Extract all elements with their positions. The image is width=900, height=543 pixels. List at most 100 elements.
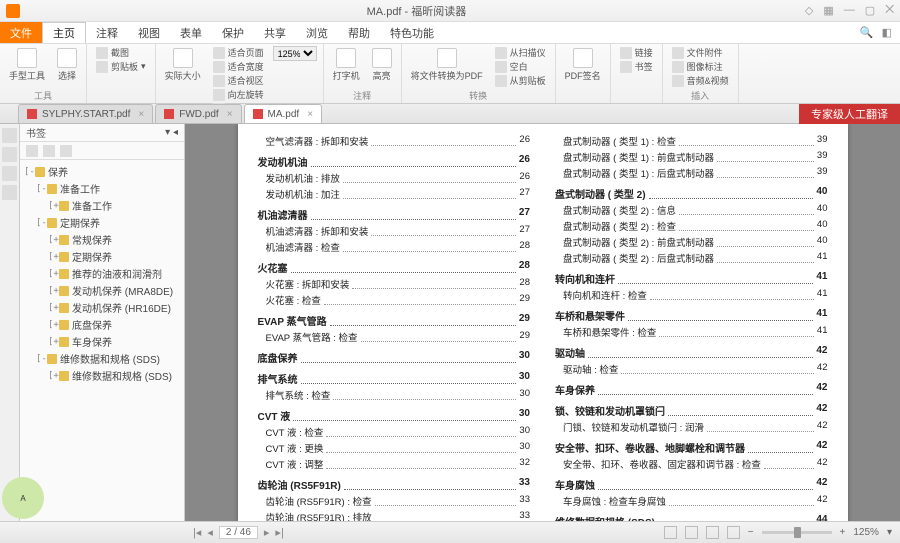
menu-tab-8[interactable]: 特色功能 bbox=[380, 22, 444, 43]
toc-entry[interactable]: 机油滤清器 : 检查28 bbox=[258, 240, 531, 254]
toc-entry[interactable]: CVT 液 : 调整32 bbox=[258, 457, 531, 471]
skin-icon[interactable]: ◧ bbox=[882, 26, 892, 39]
toc-entry[interactable]: 底盘保养30 bbox=[258, 350, 531, 365]
bookmark-node[interactable]: [+]车身保养 bbox=[20, 333, 184, 350]
close-icon[interactable]: ⨉ bbox=[885, 4, 894, 17]
toc-entry[interactable]: CVT 液30 bbox=[258, 408, 531, 423]
zoom-select[interactable]: 125% bbox=[273, 46, 317, 61]
toc-entry[interactable]: 盘式制动器 ( 类型 1) : 后盘式制动器39 bbox=[555, 166, 828, 180]
snapshot-button[interactable]: 截图 bbox=[93, 46, 149, 59]
expand-icon[interactable]: [+] bbox=[48, 235, 59, 245]
toc-entry[interactable]: 火花塞 : 检查29 bbox=[258, 293, 531, 307]
expand-icon[interactable]: [+] bbox=[48, 337, 59, 347]
toc-entry[interactable]: 转向机和连杆41 bbox=[555, 271, 828, 286]
grid-icon[interactable]: ▦ bbox=[823, 4, 833, 17]
toc-entry[interactable]: 车身保养42 bbox=[555, 382, 828, 397]
toc-entry[interactable]: 机油滤清器 : 拆卸和安装27 bbox=[258, 224, 531, 238]
expand-all-icon[interactable] bbox=[26, 145, 38, 157]
toc-entry[interactable]: 车身腐蚀42 bbox=[555, 477, 828, 492]
toc-entry[interactable]: CVT 液 : 更换30 bbox=[258, 441, 531, 455]
attachments-tab-icon[interactable] bbox=[2, 185, 17, 200]
assistant-avatar[interactable]: A bbox=[2, 477, 44, 519]
expand-icon[interactable]: [-] bbox=[36, 354, 47, 364]
expand-icon[interactable]: [+] bbox=[48, 303, 59, 313]
toc-entry[interactable]: 火花塞 : 拆卸和安装28 bbox=[258, 277, 531, 291]
panel-menu-icon[interactable]: ▾ ◂ bbox=[165, 127, 178, 138]
document-tab[interactable]: FWD.pdf× bbox=[155, 104, 241, 123]
zoom-slider[interactable] bbox=[762, 531, 832, 534]
toc-entry[interactable]: 盘式制动器 ( 类型 2)40 bbox=[555, 186, 828, 201]
expand-icon[interactable]: [+] bbox=[48, 320, 59, 330]
toc-entry[interactable]: 门锁、铰链和发动机罩锁闩 : 润滑42 bbox=[555, 420, 828, 434]
menu-tab-6[interactable]: 浏览 bbox=[296, 22, 338, 43]
ribbon-item[interactable]: 链接 bbox=[617, 46, 656, 59]
toc-entry[interactable]: 齿轮油 (RS5F91R) : 检查33 bbox=[258, 494, 531, 508]
page-indicator[interactable]: 2 / 46 bbox=[219, 526, 258, 539]
toc-entry[interactable]: 车桥和悬架零件41 bbox=[555, 308, 828, 323]
toc-entry[interactable]: 驱动轴 : 检查42 bbox=[555, 362, 828, 376]
typewriter-button[interactable]: 打字机 bbox=[330, 46, 363, 84]
select-tool-button[interactable]: 选择 bbox=[54, 46, 80, 84]
expand-icon[interactable]: [+] bbox=[48, 269, 59, 279]
bookmark-node[interactable]: [-]准备工作 bbox=[20, 180, 184, 197]
menu-tab-4[interactable]: 保护 bbox=[212, 22, 254, 43]
expand-icon[interactable]: [-] bbox=[36, 184, 47, 194]
highlight-button[interactable]: 高亮 bbox=[369, 46, 395, 84]
toc-entry[interactable]: 发动机机油 : 加注27 bbox=[258, 187, 531, 201]
first-page-button[interactable]: |◂ bbox=[193, 526, 201, 539]
expand-icon[interactable]: [-] bbox=[24, 167, 35, 177]
toc-entry[interactable]: 车身腐蚀 : 检查车身腐蚀42 bbox=[555, 494, 828, 508]
expand-icon[interactable]: [+] bbox=[48, 371, 59, 381]
toc-entry[interactable]: 齿轮油 (RS5F91R) : 排放33 bbox=[258, 510, 531, 521]
pages-tab-icon[interactable] bbox=[2, 147, 17, 162]
ribbon-item[interactable]: 适合页面 bbox=[210, 46, 267, 59]
bookmark-node[interactable]: [-]保养 bbox=[20, 163, 184, 180]
toc-entry[interactable]: 排气系统 : 检查30 bbox=[258, 388, 531, 402]
help-icon[interactable]: ◇ bbox=[805, 4, 813, 17]
toc-entry[interactable]: 车桥和悬架零件 : 检查41 bbox=[555, 325, 828, 339]
minimize-icon[interactable]: — bbox=[844, 4, 855, 17]
bookmark-node[interactable]: [+]常规保养 bbox=[20, 231, 184, 248]
toc-entry[interactable]: 盘式制动器 ( 类型 2) : 信息40 bbox=[555, 203, 828, 217]
next-page-button[interactable]: ▸ bbox=[264, 526, 270, 539]
document-view[interactable]: 空气滤清器 : 拆卸和安装26发动机机油26发动机机油 : 排放26发动机机油 … bbox=[185, 124, 900, 521]
bookmark-node[interactable]: [-]维修数据和规格 (SDS) bbox=[20, 350, 184, 367]
toc-entry[interactable]: 盘式制动器 ( 类型 2) : 检查40 bbox=[555, 219, 828, 233]
menu-tab-7[interactable]: 帮助 bbox=[338, 22, 380, 43]
translation-banner[interactable]: 专家级人工翻译 bbox=[799, 104, 900, 124]
menu-tab-1[interactable]: 注释 bbox=[86, 22, 128, 43]
ribbon-item[interactable]: 向左旋转 bbox=[210, 88, 267, 101]
close-tab-icon[interactable]: × bbox=[307, 109, 313, 120]
toc-entry[interactable]: 空气滤清器 : 拆卸和安装26 bbox=[258, 134, 531, 148]
ribbon-item[interactable]: 适合宽度 bbox=[210, 60, 267, 73]
toc-entry[interactable]: 锁、铰链和发动机罩锁闩42 bbox=[555, 403, 828, 418]
toc-entry[interactable]: 维修数据和规格 (SDS)44 bbox=[555, 514, 828, 521]
document-tab[interactable]: MA.pdf× bbox=[244, 104, 323, 123]
toc-entry[interactable]: 盘式制动器 ( 类型 2) : 后盘式制动器41 bbox=[555, 251, 828, 265]
toc-entry[interactable]: 驱动轴42 bbox=[555, 345, 828, 360]
pdf-sign-button[interactable]: PDF签名 bbox=[562, 46, 604, 84]
menu-tab-2[interactable]: 视图 bbox=[128, 22, 170, 43]
toc-entry[interactable]: 安全带、扣环、卷收器、固定器和调节器 : 检查42 bbox=[555, 457, 828, 471]
toc-entry[interactable]: CVT 液 : 检查30 bbox=[258, 425, 531, 439]
bookmark-node[interactable]: [+]准备工作 bbox=[20, 197, 184, 214]
close-tab-icon[interactable]: × bbox=[227, 109, 233, 120]
toc-entry[interactable]: 安全带、扣环、卷收器、地脚螺栓和调节器42 bbox=[555, 440, 828, 455]
document-tab[interactable]: SYLPHY.START.pdf× bbox=[18, 104, 153, 123]
bookmark-node[interactable]: [+]维修数据和规格 (SDS) bbox=[20, 367, 184, 384]
expand-icon[interactable]: [+] bbox=[48, 286, 59, 296]
toc-entry[interactable]: 盘式制动器 ( 类型 2) : 前盘式制动器40 bbox=[555, 235, 828, 249]
bookmark-node[interactable]: [+]定期保养 bbox=[20, 248, 184, 265]
menu-tab-3[interactable]: 表单 bbox=[170, 22, 212, 43]
zoom-in-button[interactable]: + bbox=[840, 527, 846, 538]
toc-entry[interactable]: 转向机和连杆 : 检查41 bbox=[555, 288, 828, 302]
comments-tab-icon[interactable] bbox=[2, 166, 17, 181]
continuous-view-icon[interactable] bbox=[685, 526, 698, 539]
ribbon-item[interactable]: 空白 bbox=[492, 60, 549, 73]
new-bookmark-icon[interactable] bbox=[60, 145, 72, 157]
facing-view-icon[interactable] bbox=[706, 526, 719, 539]
maximize-icon[interactable]: ▢ bbox=[865, 4, 875, 17]
toc-entry[interactable]: 盘式制动器 ( 类型 1) : 前盘式制动器39 bbox=[555, 150, 828, 164]
expand-icon[interactable]: [+] bbox=[48, 201, 59, 211]
toc-entry[interactable]: 盘式制动器 ( 类型 1) : 检查39 bbox=[555, 134, 828, 148]
